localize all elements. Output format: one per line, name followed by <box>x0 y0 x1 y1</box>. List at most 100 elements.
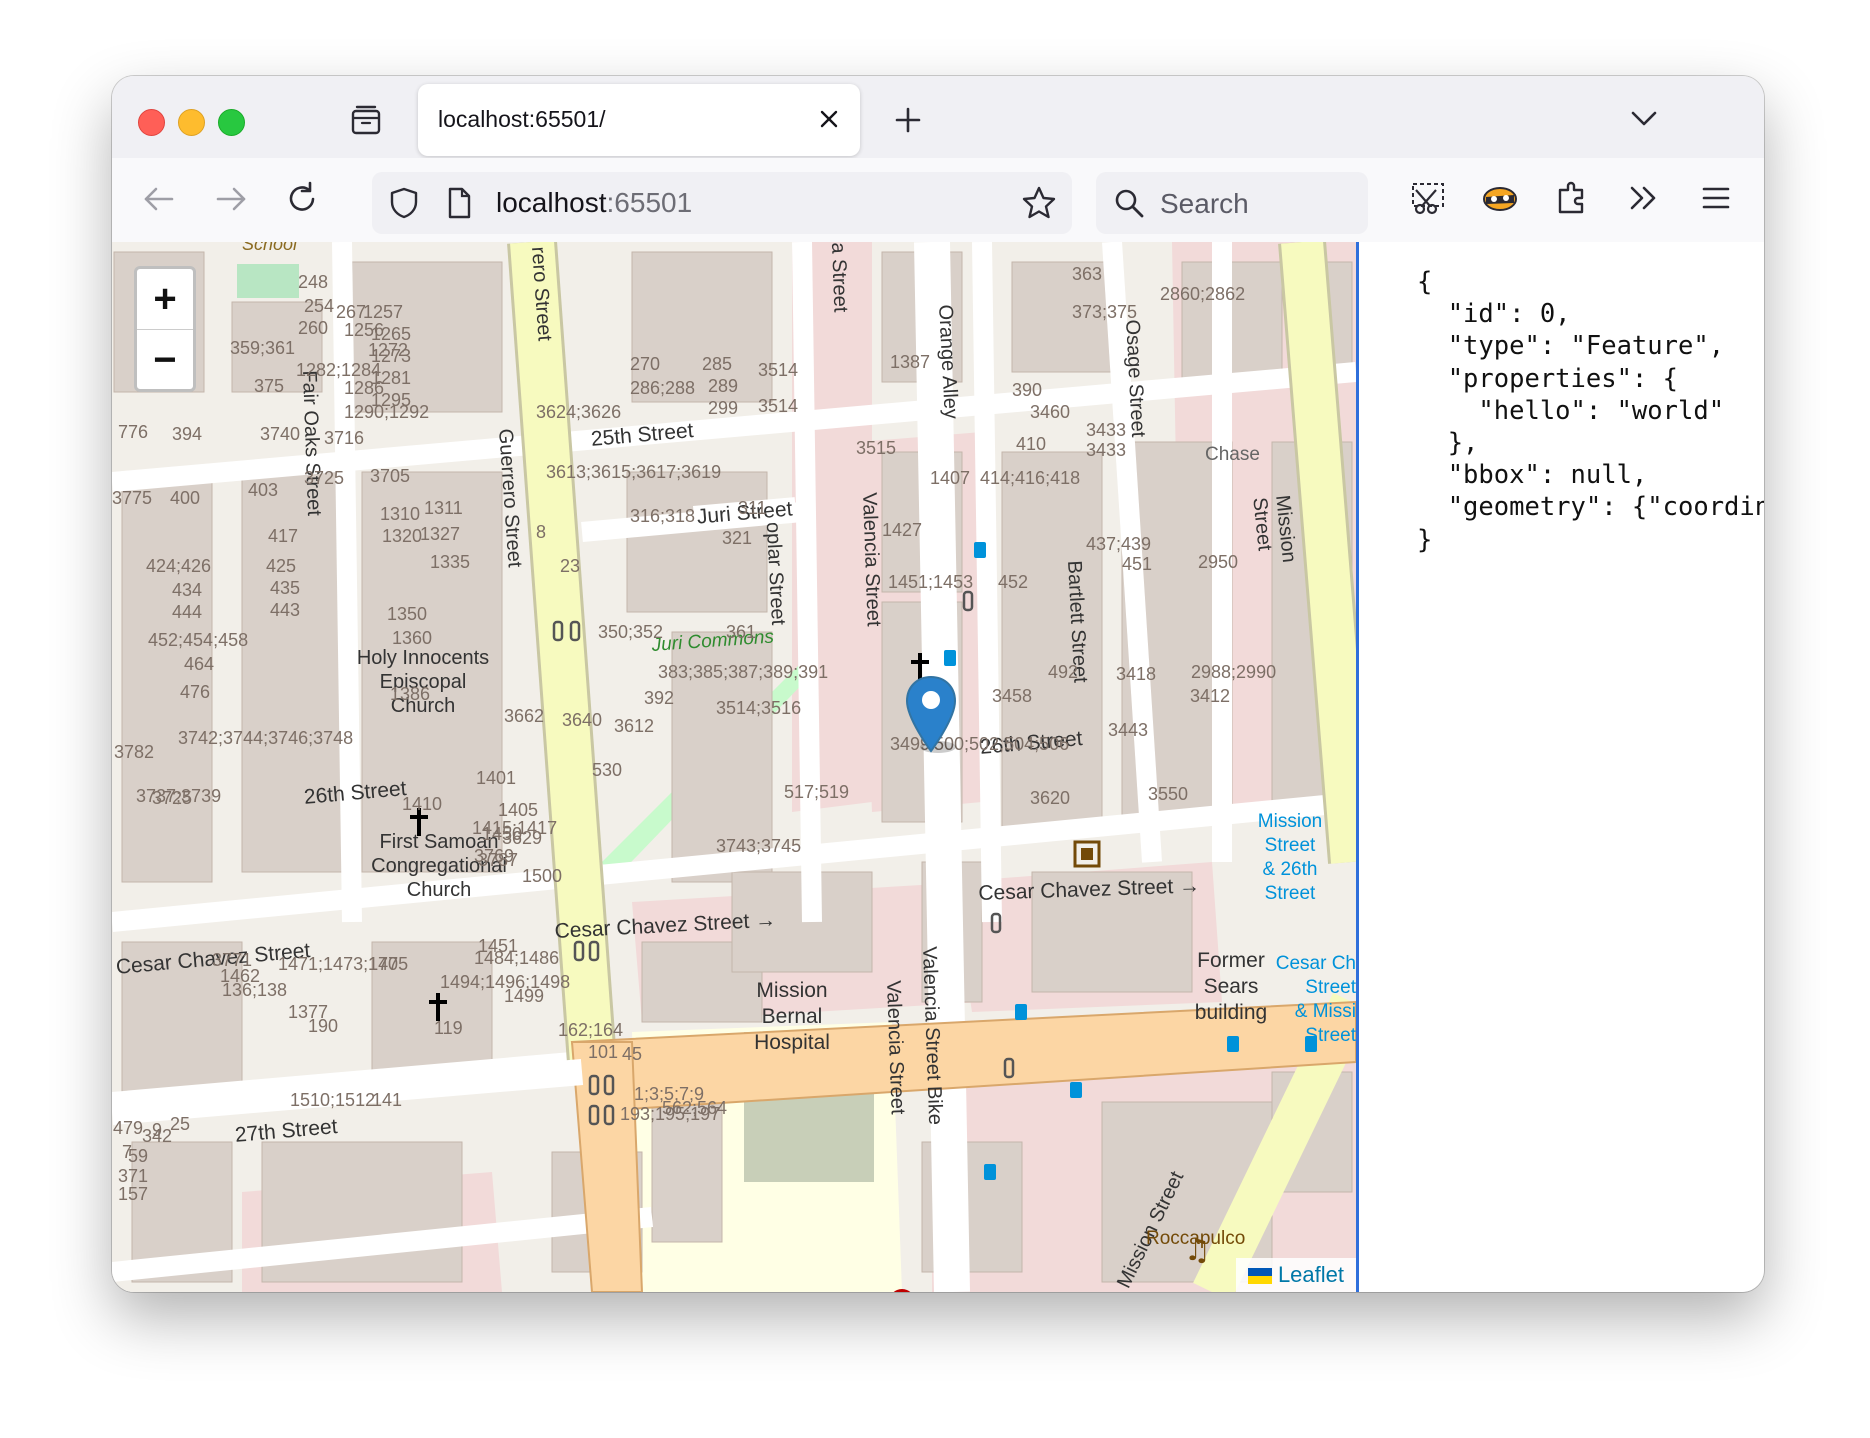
house-number: 260 <box>298 318 329 338</box>
house-number: 1401 <box>476 768 517 788</box>
house-number: 452 <box>998 572 1029 592</box>
house-number: 3412 <box>1190 686 1231 706</box>
street-label-valencia-lower: Valencia Street <box>882 980 909 1115</box>
house-number: 299 <box>708 398 739 418</box>
url-port: :65501 <box>606 187 693 218</box>
house-number: 3640 <box>562 710 603 730</box>
minimize-window-button[interactable] <box>178 109 205 136</box>
place-label-school: School <box>242 242 298 254</box>
house-number: 1407 <box>930 468 971 488</box>
house-number: 414;416;418 <box>980 468 1081 488</box>
forward-icon[interactable] <box>210 178 252 220</box>
house-number: 3458 <box>992 686 1033 706</box>
json-panel: { "id": 0, "type": "Feature", "propertie… <box>1359 242 1764 1292</box>
close-tab-icon[interactable] <box>812 102 846 136</box>
house-number: 3725 <box>152 788 193 808</box>
back-icon[interactable] <box>138 178 180 220</box>
bookmark-star-icon[interactable] <box>1020 184 1058 222</box>
leaflet-map[interactable]: P P P ♫ <box>112 242 1356 1292</box>
school-grounds <box>237 264 299 298</box>
reload-icon[interactable] <box>282 178 324 220</box>
house-number: 2988;2990 <box>1191 662 1277 682</box>
house-number: 3550 <box>1148 784 1189 804</box>
tab-active[interactable]: localhost:65501/ <box>418 84 860 156</box>
house-number: 371 <box>118 1166 149 1186</box>
tab-groups-icon[interactable] <box>348 102 384 138</box>
new-tab-icon[interactable] <box>888 100 928 140</box>
shield-icon[interactable] <box>386 185 422 221</box>
search-bar[interactable]: Search <box>1096 172 1368 234</box>
house-number: 3460 <box>1030 402 1071 422</box>
place-label-line: Mission <box>756 979 828 1002</box>
json-line: }, <box>1417 428 1479 459</box>
house-number: 1360 <box>392 628 433 648</box>
page-icon[interactable] <box>444 185 474 221</box>
house-number: 3443 <box>1108 720 1149 740</box>
house-number: 1410 <box>402 794 443 814</box>
house-number: 3418 <box>1116 664 1157 684</box>
place-label-line: & Missi <box>1294 1001 1356 1022</box>
house-number: 452;454;458 <box>148 630 249 650</box>
close-window-button[interactable] <box>138 109 165 136</box>
house-number: 359;361 <box>230 338 296 358</box>
house-number: 1500 <box>522 866 563 886</box>
house-number: 1311 <box>424 498 463 518</box>
map-marker-icon[interactable] <box>904 675 958 755</box>
house-number: 3514;3516 <box>716 698 802 718</box>
search-icon <box>1115 189 1144 218</box>
chevron-down-icon[interactable] <box>1624 98 1664 138</box>
house-number: 410 <box>1016 434 1047 454</box>
house-number: 776 <box>118 422 149 442</box>
house-number: 3624;3626 <box>536 402 622 422</box>
place-label-bus-stop-mission-26th: Mission Street & 26th Street <box>1240 810 1340 906</box>
house-number: 417 <box>268 526 299 546</box>
attribution: Leaflet <box>1235 1258 1356 1292</box>
house-number: 3620 <box>1030 788 1071 808</box>
house-number: 311 <box>738 498 767 518</box>
house-number: 435 <box>270 578 301 598</box>
zoom-in-button[interactable]: + <box>137 269 193 330</box>
overflow-chevrons-icon[interactable] <box>1622 176 1666 220</box>
hamburger-menu-icon[interactable] <box>1694 176 1738 220</box>
house-number: 3725 <box>304 468 345 488</box>
screenshot-icon[interactable] <box>1406 176 1450 220</box>
house-number: 286;288 <box>630 378 696 398</box>
house-number: 254 <box>304 296 335 316</box>
house-number: 1320 <box>382 526 423 546</box>
place-label-line: Church <box>406 879 472 901</box>
house-number: 530 <box>592 760 623 780</box>
house-number: 424;426 <box>146 556 212 576</box>
street-label-valencia-top: a Street <box>827 242 852 313</box>
zoom-control: + − <box>134 266 196 392</box>
house-number: 3769 <box>474 846 515 866</box>
house-number: 479 <box>113 1118 144 1138</box>
house-number: 3740 <box>260 424 301 444</box>
json-line: "type": "Feature", <box>1417 331 1725 362</box>
extensions-puzzle-icon[interactable] <box>1550 176 1594 220</box>
house-number: 119 <box>434 1018 463 1038</box>
place-label-line: Holy Innocents <box>356 647 490 669</box>
house-number: 1310 <box>380 504 421 524</box>
url-bar[interactable]: localhost:65501 <box>372 172 1072 234</box>
house-number: 248 <box>298 272 329 292</box>
page-content: P P P ♫ <box>112 242 1764 1292</box>
street-label-valencia: Valencia Street <box>858 492 885 627</box>
json-line: { <box>1417 267 1433 297</box>
house-number: 1327 <box>420 524 461 544</box>
house-number: 270 <box>630 354 661 374</box>
zoom-window-button[interactable] <box>218 109 245 136</box>
place-label-line: Bernal <box>761 1005 823 1028</box>
json-line: "bbox": null, <box>1417 460 1648 491</box>
house-number: 383;385;387;389;391 <box>658 662 829 682</box>
house-number: 1484;1486 <box>474 948 560 968</box>
place-label-line: Cesar Ch <box>1275 953 1356 974</box>
house-number: 400 <box>170 488 201 508</box>
place-label-chase: Chase <box>1205 444 1260 465</box>
zoom-out-button[interactable]: − <box>137 330 193 390</box>
house-number: 1510;1512 <box>290 1090 376 1110</box>
leaflet-link[interactable]: Leaflet <box>1278 1262 1344 1287</box>
extension-raccoon-icon[interactable] <box>1478 176 1522 220</box>
house-number: 517;519 <box>784 782 850 802</box>
house-number: 403 <box>248 480 279 500</box>
ukraine-flag-icon <box>1247 1268 1272 1284</box>
